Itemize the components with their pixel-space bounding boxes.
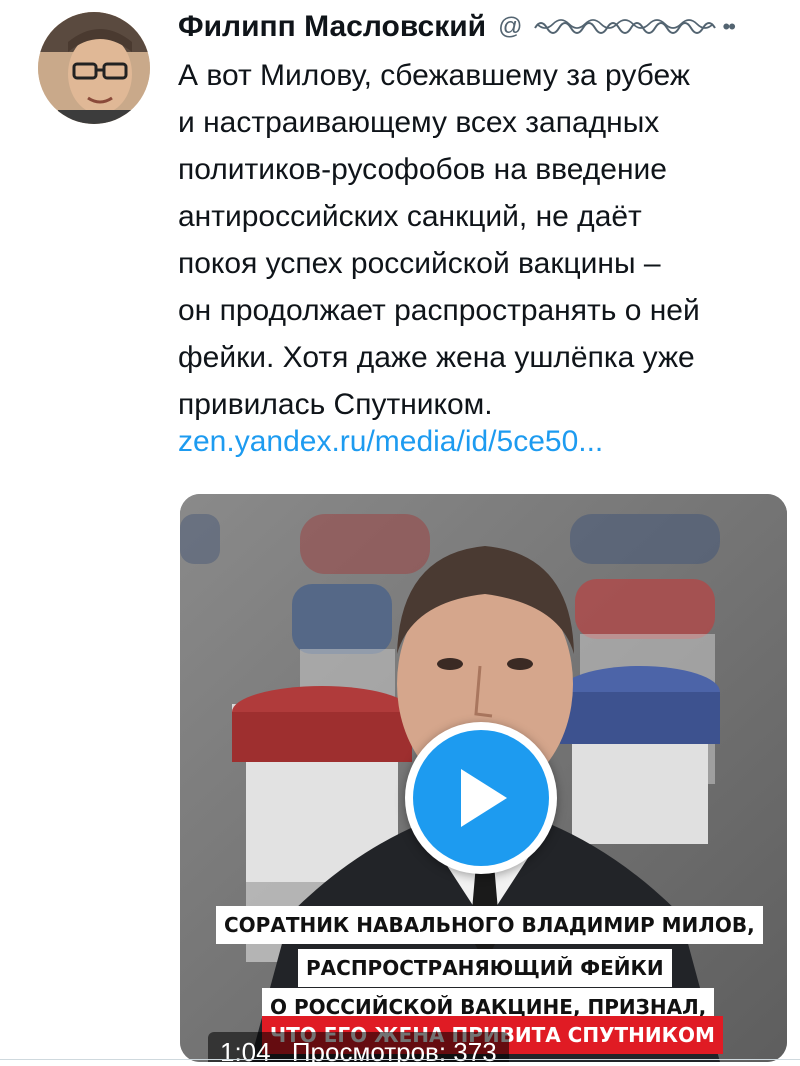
handle-at-sign[interactable]: @ bbox=[498, 13, 522, 41]
video-player[interactable]: СОРАТНИК НАВАЛЬНОГО ВЛАДИМИР МИЛОВ, РАСП… bbox=[180, 494, 787, 1062]
tweet-text-line: антироссийских санкций, не даёт bbox=[178, 200, 642, 233]
video-caption-line: РАСПРОСТРАНЯЮЩИЙ ФЕЙКИ bbox=[298, 949, 672, 987]
tweet-text-line: политиков-русофобов на введение bbox=[178, 153, 667, 186]
divider bbox=[0, 1059, 800, 1060]
play-button-circle bbox=[413, 730, 549, 866]
tweet-text-line: покоя успех российской вакцины – bbox=[178, 247, 661, 280]
tweet-text-line: и настраивающему всех западных bbox=[178, 106, 660, 139]
tweet-text: А вот Милову, сбежавшему за рубеж и наст… bbox=[178, 52, 788, 428]
tweet-text-line: А вот Милову, сбежавшему за рубеж bbox=[178, 59, 690, 92]
redacted-handle-scribble bbox=[533, 19, 716, 34]
video-meta: 1:04 Просмотров: 373 bbox=[208, 1032, 509, 1062]
tweet-text-line: он продолжает распространять о ней bbox=[178, 294, 700, 327]
tweet-text-line: фейки. Хотя даже жена ушлёпка уже bbox=[178, 341, 695, 374]
tweet-header: Филипп Масловский @ •• bbox=[178, 6, 788, 48]
tweet-link[interactable]: zen.yandex.ru/media/id/5ce50... bbox=[178, 418, 603, 465]
play-icon bbox=[461, 769, 507, 827]
avatar[interactable] bbox=[38, 12, 150, 124]
more-horizontal-icon[interactable]: •• bbox=[723, 14, 736, 40]
author-name[interactable]: Филипп Масловский bbox=[178, 10, 486, 44]
play-button[interactable] bbox=[405, 722, 557, 874]
video-caption-line: СОРАТНИК НАВАЛЬНОГО ВЛАДИМИР МИЛОВ, bbox=[216, 906, 763, 944]
avatar-photo bbox=[38, 12, 150, 124]
